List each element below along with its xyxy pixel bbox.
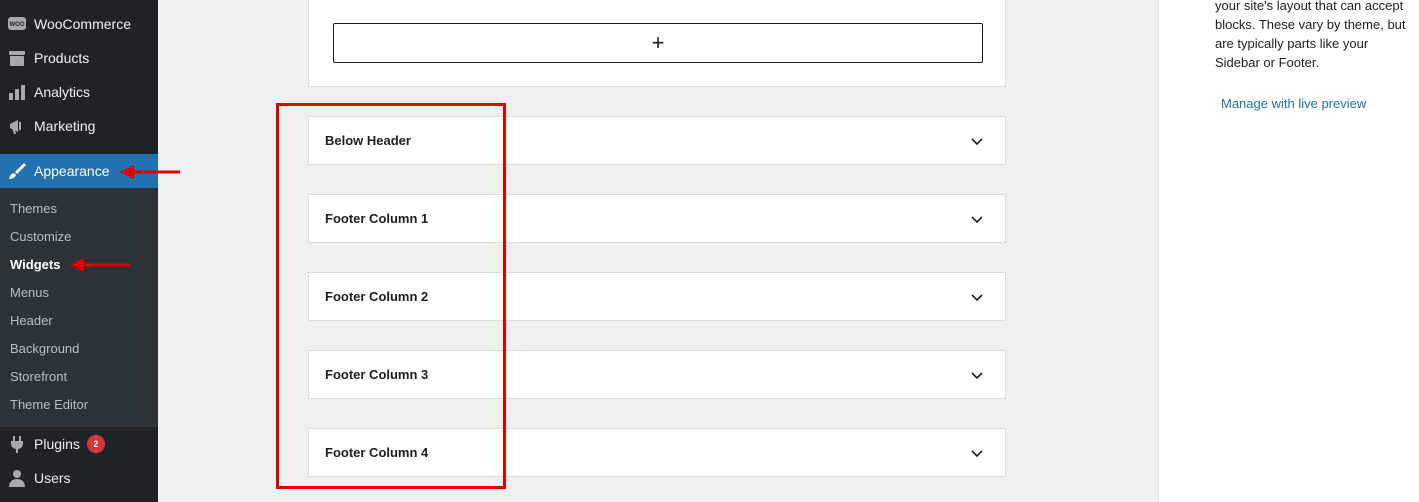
megaphone-icon xyxy=(0,109,34,143)
panel-description-line: your site's layout that can accept xyxy=(1215,0,1404,13)
menu-plugins[interactable]: Plugins 2 xyxy=(0,427,158,461)
menu-appearance[interactable]: Appearance xyxy=(0,154,158,188)
menu-plugins-label: Plugins xyxy=(34,436,80,452)
widget-area-title: Footer Column 4 xyxy=(325,445,429,460)
chevron-down-icon[interactable] xyxy=(969,289,985,305)
chevron-down-icon[interactable] xyxy=(969,445,985,461)
menu-appearance-label: Appearance xyxy=(34,163,110,179)
menu-products[interactable]: Products xyxy=(0,41,158,75)
submenu-header[interactable]: Header xyxy=(10,311,53,331)
menu-users-label: Users xyxy=(34,470,71,486)
menu-analytics[interactable]: Analytics xyxy=(0,75,158,109)
menu-marketing-label: Marketing xyxy=(34,118,96,134)
panel-description-line: blocks. These vary by theme, but xyxy=(1215,17,1406,32)
submenu-customize[interactable]: Customize xyxy=(10,227,71,247)
menu-analytics-label: Analytics xyxy=(34,84,91,100)
panel-description-line: are typically parts like your xyxy=(1215,36,1369,51)
bar-chart-icon xyxy=(0,75,34,109)
widget-area-title: Below Header xyxy=(325,133,411,148)
widget-area-title: Footer Column 3 xyxy=(325,367,429,382)
widget-area-footer-column-1[interactable]: Footer Column 1 xyxy=(308,194,1006,243)
panel-description-line: Sidebar or Footer. xyxy=(1215,55,1320,70)
submenu-background[interactable]: Background xyxy=(10,339,79,359)
manage-live-preview-link[interactable]: Manage with live preview xyxy=(1221,94,1366,113)
admin-sidebar: WOO WooCommerce Products Analytics Marke… xyxy=(0,0,158,502)
chevron-down-icon[interactable] xyxy=(969,211,985,227)
paintbrush-icon xyxy=(0,154,34,188)
menu-woocommerce-label: WooCommerce xyxy=(34,16,131,32)
block-card: + xyxy=(308,0,1006,87)
settings-panel: your site's layout that can accept block… xyxy=(1158,0,1419,502)
widget-area-title: Footer Column 2 xyxy=(325,289,429,304)
submenu-themes[interactable]: Themes xyxy=(10,199,57,219)
widget-area-title: Footer Column 1 xyxy=(325,211,429,226)
widget-area-footer-column-4[interactable]: Footer Column 4 xyxy=(308,428,1006,477)
appearance-submenu: Themes Customize Widgets Menus Header Ba… xyxy=(0,188,158,427)
submenu-theme-editor[interactable]: Theme Editor xyxy=(10,395,88,415)
menu-users[interactable]: Users xyxy=(0,461,158,495)
chevron-down-icon[interactable] xyxy=(969,133,985,149)
user-icon xyxy=(0,461,34,495)
chevron-down-icon[interactable] xyxy=(969,367,985,383)
menu-marketing[interactable]: Marketing xyxy=(0,109,158,143)
archive-icon xyxy=(0,41,34,75)
submenu-widgets[interactable]: Widgets xyxy=(10,255,60,275)
menu-products-label: Products xyxy=(34,50,90,66)
submenu-storefront[interactable]: Storefront xyxy=(10,367,67,387)
woocommerce-icon: WOO xyxy=(0,7,34,41)
submenu-menus[interactable]: Menus xyxy=(10,283,49,303)
menu-woocommerce[interactable]: WOO WooCommerce xyxy=(0,7,158,41)
add-block-button[interactable]: + xyxy=(333,23,983,63)
widget-area-footer-column-2[interactable]: Footer Column 2 xyxy=(308,272,1006,321)
plug-icon xyxy=(0,427,34,461)
plugins-update-badge: 2 xyxy=(86,435,105,453)
widget-area-footer-column-3[interactable]: Footer Column 3 xyxy=(308,350,1006,399)
widget-area-below-header[interactable]: Below Header xyxy=(308,116,1006,165)
woocommerce-icon-text: WOO xyxy=(10,22,25,28)
